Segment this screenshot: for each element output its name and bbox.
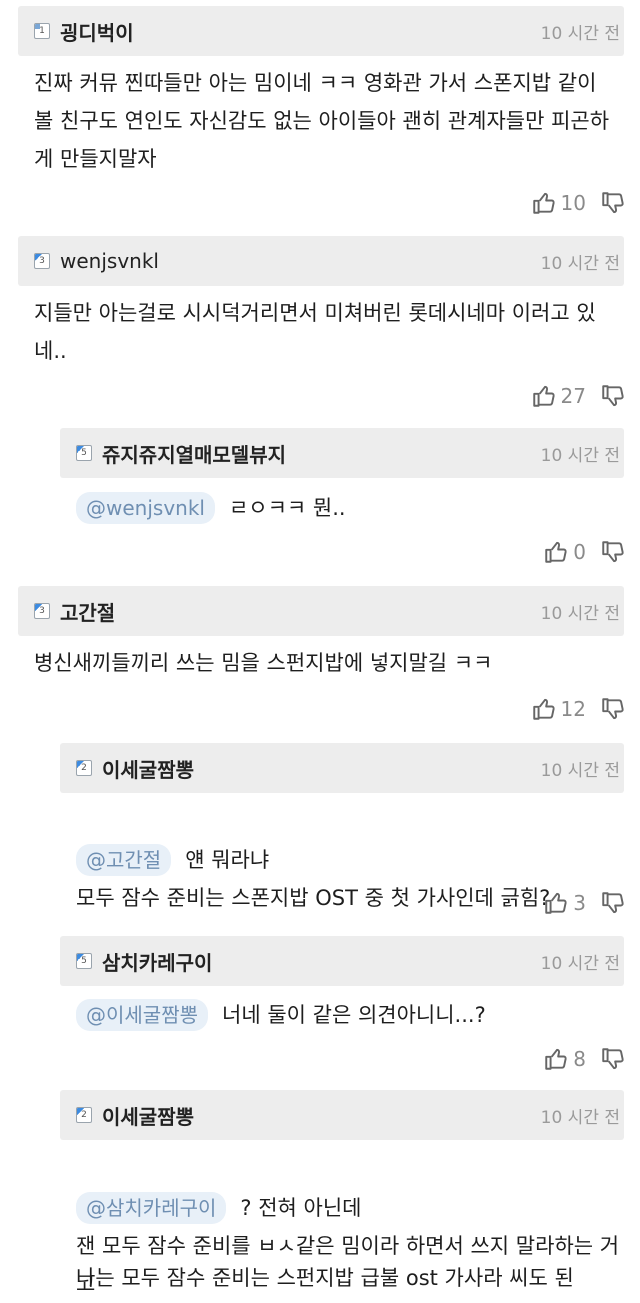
level-badge: 3 (34, 253, 50, 269)
thumbs-up-icon[interactable] (543, 890, 569, 916)
mention-tag[interactable]: @이세굴짬뽕 (76, 999, 208, 1031)
level-badge: 1 (34, 23, 50, 39)
like-count: 0 (573, 540, 586, 564)
level-badge: 2 (76, 1107, 92, 1123)
vote-bar: 10 (531, 188, 626, 218)
comment-time: 10 시간 전 (540, 1107, 620, 1128)
comment-header: 2 이세굴짬뽕 10 시간 전 (60, 743, 624, 793)
vote-bar: 8 (543, 1044, 626, 1074)
comment-header: 5 쥬지쥬지열매모델뷰지 10 시간 전 (60, 428, 624, 478)
level-badge: 3 (34, 603, 50, 619)
comment-time: 10 시간 전 (540, 253, 620, 274)
comment-text: @고간절 얜 뭐라냐 모두 잠수 준비는 스폰지밥 OST 중 첫 가사인데 긁힘… (76, 803, 622, 917)
vote-bar: 27 (531, 381, 626, 411)
comment-header: 2 이세굴짬뽕 10 시간 전 (60, 1090, 624, 1140)
comment-text: 지들만 아는걸로 시시덕거리면서 미쳐버린 롯데시네마 이러고 있네.. (34, 301, 596, 363)
level-badge: 5 (76, 953, 92, 969)
level-badge: 5 (76, 445, 92, 461)
vote-bar: 3 (543, 888, 626, 918)
thumbs-up-icon[interactable] (531, 696, 557, 722)
like-count: 8 (573, 1047, 586, 1071)
comment-text: @이세굴짬뽕 너네 둘이 같은 의견아니니...? (76, 996, 622, 1034)
comment-author[interactable]: 굉디벅이 (60, 17, 541, 46)
comment-time: 10 시간 전 (540, 953, 620, 974)
thumbs-up-icon[interactable] (531, 190, 557, 216)
comment-author[interactable]: 이세굴짬뽕 (102, 754, 541, 783)
vote-bar: 12 (531, 694, 626, 724)
comment-header: 5 삼치카레구이 10 시간 전 (60, 936, 624, 986)
comment-text: 병신새끼들끼리 쓰는 밈을 스펀지밥에 넣지말길 ㅋㅋ (34, 651, 493, 675)
mention-tag[interactable]: @삼치카레구이 (76, 1192, 227, 1224)
comment-author[interactable]: 이세굴짬뽕 (102, 1101, 541, 1130)
thumbs-down-icon[interactable] (600, 383, 626, 409)
comment-header: 3 고간절 10 시간 전 (18, 586, 624, 636)
comment-header: 1 굉디벅이 10 시간 전 (18, 6, 624, 56)
thumbs-down-icon[interactable] (600, 1046, 626, 1072)
comment-author[interactable]: wenjsvnkl (60, 249, 541, 273)
thumbs-up-icon[interactable] (543, 1046, 569, 1072)
thumbs-down-icon[interactable] (600, 539, 626, 565)
comment-text: 진짜 커뮤 찐따들만 아는 밈이네 ㅋㅋ 영화관 가서 스폰지밥 같이 볼 친구… (34, 71, 610, 171)
comment-author[interactable]: 쥬지쥬지열매모델뷰지 (102, 439, 541, 468)
comment-time: 10 시간 전 (540, 603, 620, 624)
comment-author[interactable]: 고간절 (60, 597, 541, 626)
truncated-text-line: 나는 모두 잠수 준비는 스펀지밥 급불 ost 가사라 씨도 된 (76, 1266, 574, 1290)
vote-bar: 0 (543, 537, 626, 567)
thumbs-up-icon[interactable] (531, 383, 557, 409)
thumbs-up-icon[interactable] (543, 539, 569, 565)
like-count: 10 (560, 191, 586, 215)
mention-tag[interactable]: @wenjsvnkl (76, 492, 215, 524)
comment-time: 10 시간 전 (540, 445, 620, 466)
mention-tag[interactable]: @고간절 (76, 844, 172, 876)
comment-text: @wenjsvnkl ㄹㅇㅋㅋ 뭔.. (76, 489, 622, 527)
like-count: 12 (560, 697, 586, 721)
like-count: 3 (573, 891, 586, 915)
thumbs-down-icon[interactable] (600, 190, 626, 216)
comment-time: 10 시간 전 (540, 23, 620, 44)
level-badge: 2 (76, 760, 92, 776)
thumbs-down-icon[interactable] (600, 890, 626, 916)
thumbs-down-icon[interactable] (600, 696, 626, 722)
comment-header: 3 wenjsvnkl 10 시간 전 (18, 236, 624, 286)
comment-time: 10 시간 전 (540, 760, 620, 781)
comment-author[interactable]: 삼치카레구이 (102, 947, 541, 976)
like-count: 27 (560, 384, 586, 408)
